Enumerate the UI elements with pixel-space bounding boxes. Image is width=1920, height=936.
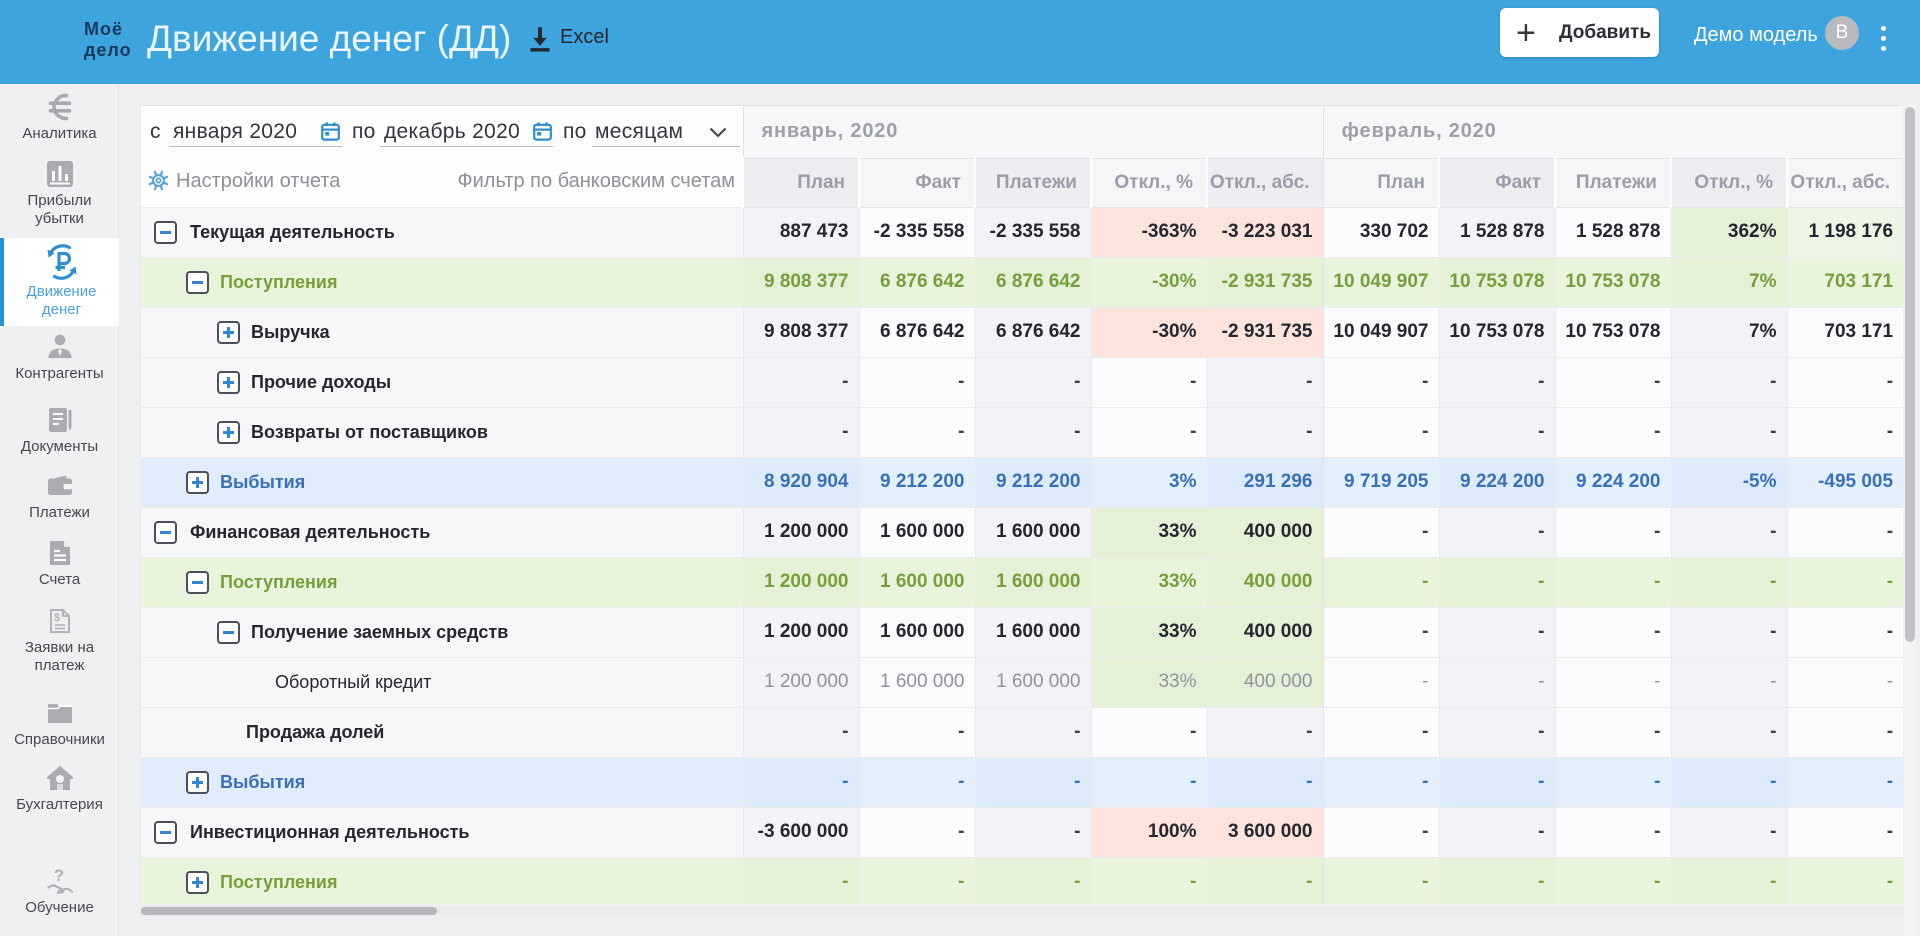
svg-text:$: $ bbox=[53, 612, 59, 624]
svg-text:?: ? bbox=[53, 866, 63, 885]
